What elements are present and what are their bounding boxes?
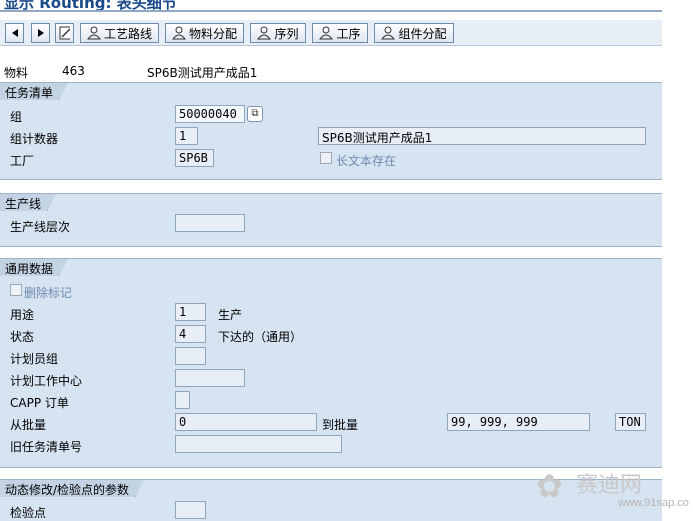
section-gap <box>0 181 662 193</box>
plant-field[interactable]: SP6B <box>175 149 214 167</box>
person-icon <box>381 26 396 40</box>
component-allocation-label: 组件分配 <box>398 26 447 41</box>
group-counter-field[interactable]: 1 <box>175 127 198 145</box>
sequence-label: 序列 <box>274 26 299 41</box>
planner-group-label: 计划员组 <box>10 352 59 366</box>
group-counter-description[interactable]: SP6B测试用产成品1 <box>318 127 646 145</box>
usage-field[interactable]: 1 <box>175 303 206 321</box>
status-description: 下达的（通用） <box>218 330 303 344</box>
section-gap <box>0 248 662 258</box>
arrow-left-icon <box>11 29 18 37</box>
plant-label: 工厂 <box>10 154 35 168</box>
line-hierarchy-field[interactable] <box>175 214 245 232</box>
routing-button[interactable]: 工艺路线 <box>80 23 159 43</box>
pencil-glasses-icon <box>59 26 70 40</box>
usage-description: 生产 <box>218 308 243 322</box>
person-icon <box>86 26 101 40</box>
watermark-text: 赛迪网 <box>576 473 643 498</box>
person-icon <box>257 26 272 40</box>
planning-work-center-label: 计划工作中心 <box>10 374 83 388</box>
inspection-point-field[interactable] <box>175 501 206 519</box>
title-bar: 显示 Routing: 表头细节 <box>0 0 693 14</box>
component-allocation-button[interactable]: 组件分配 <box>374 23 454 43</box>
previous-button[interactable] <box>5 23 24 43</box>
capp-order-label: CAPP 订单 <box>10 396 69 410</box>
operation-button[interactable]: 工序 <box>312 23 368 43</box>
arrow-right-icon <box>37 29 44 37</box>
unit-field[interactable]: TON <box>615 413 646 431</box>
status-label: 状态 <box>10 330 35 344</box>
person-icon <box>171 26 186 40</box>
group-counter-label: 组计数器 <box>10 132 59 146</box>
dynamic-modification-section-title: 动态修改/检验点的参数 <box>0 480 145 497</box>
general-data-section: 通用数据 删除标记 用途 1 生产 状态 4 下达的（通用） 计划员组 计划工作… <box>0 258 662 468</box>
old-task-list-label: 旧任务清单号 <box>10 440 83 454</box>
planning-work-center-field[interactable] <box>175 369 245 387</box>
routing-button-label: 工艺路线 <box>103 26 152 41</box>
planner-group-field[interactable] <box>175 347 206 365</box>
display-change-button[interactable] <box>55 23 74 43</box>
general-data-section-title: 通用数据 <box>0 259 69 276</box>
capp-order-field[interactable] <box>175 391 190 409</box>
title-divider <box>0 10 662 12</box>
long-text-checkbox[interactable] <box>320 152 332 164</box>
sequence-button[interactable]: 序列 <box>250 23 306 43</box>
person-icon <box>319 26 334 40</box>
long-text-label: 长文本存在 <box>336 154 397 168</box>
task-list-section-title: 任务清单 <box>0 83 69 100</box>
usage-label: 用途 <box>10 308 35 322</box>
from-lot-size-label: 从批量 <box>10 418 47 432</box>
line-hierarchy-label: 生产线层次 <box>10 220 71 234</box>
group-field[interactable]: 50000040 <box>175 105 245 123</box>
watermark: ✿ 赛迪网 www.91sap.co <box>536 465 693 521</box>
production-line-section-title: 生产线 <box>0 194 57 211</box>
to-lot-size-field[interactable]: 99, 999, 999 <box>447 413 590 431</box>
task-list-section: 任务清单 组 50000040 ⧉ 组计数器 1 SP6B测试用产成品1 工厂 … <box>0 82 662 180</box>
material-assignment-label: 物料分配 <box>188 26 237 41</box>
group-label: 组 <box>10 110 23 124</box>
watermark-logo-icon: ✿ <box>536 467 563 505</box>
application-toolbar: 工艺路线 物料分配 序列 工序 组件分配 <box>0 20 662 46</box>
from-lot-size-field[interactable]: 0 <box>175 413 317 431</box>
material-assignment-button[interactable]: 物料分配 <box>165 23 244 43</box>
deletion-flag-label: 删除标记 <box>24 286 73 300</box>
watermark-url: www.91sap.co <box>618 497 689 509</box>
deletion-flag-checkbox[interactable] <box>10 284 22 296</box>
operation-label: 工序 <box>336 26 361 41</box>
old-task-list-field[interactable] <box>175 435 342 453</box>
possible-entries-icon[interactable]: ⧉ <box>247 106 263 122</box>
production-line-section: 生产线 生产线层次 <box>0 193 662 247</box>
status-field[interactable]: 4 <box>175 325 206 343</box>
to-lot-size-label: 到批量 <box>322 418 359 432</box>
material-label: 物料 <box>4 66 29 80</box>
material-description: SP6B测试用产成品1 <box>147 66 258 80</box>
material-number: 463 <box>62 64 85 78</box>
header-info: 物料 463 SP6B测试用产成品1 <box>0 46 662 82</box>
inspection-point-label: 检验点 <box>10 506 47 520</box>
next-button[interactable] <box>31 23 50 43</box>
